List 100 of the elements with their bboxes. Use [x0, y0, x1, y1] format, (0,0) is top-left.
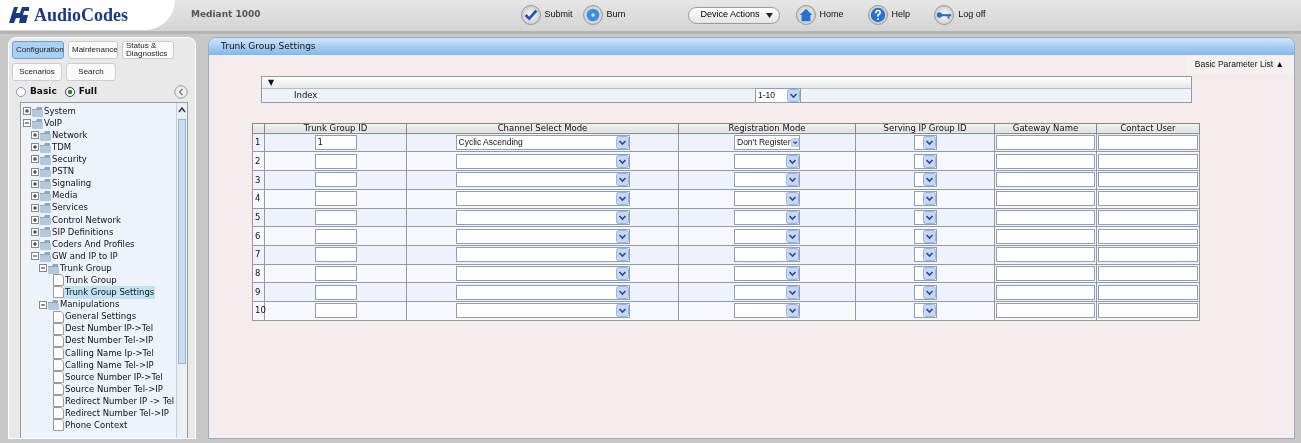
radio-button[interactable]	[64, 87, 75, 97]
tree-item[interactable]: Calling Name Ip->Tel	[64, 346, 155, 360]
input-field[interactable]	[996, 228, 1095, 244]
expand-node-icon[interactable]	[31, 179, 39, 188]
input-field[interactable]	[314, 247, 357, 263]
input-field[interactable]	[314, 172, 357, 188]
collapse-node-icon[interactable]	[39, 264, 47, 273]
input-field[interactable]	[1098, 153, 1198, 169]
input-field[interactable]	[314, 153, 357, 169]
tree-item[interactable]: Redirect Number IP -> Tel	[64, 394, 176, 408]
nav-tab[interactable]: Scenarios	[12, 63, 62, 81]
expand-node-icon[interactable]	[31, 155, 39, 164]
collapse-toggle[interactable]: ▼	[268, 77, 275, 87]
tree-item[interactable]: Trunk Group Settings	[64, 286, 156, 299]
submit-button[interactable]: Submit	[520, 5, 573, 25]
input-field[interactable]	[996, 209, 1095, 225]
radio-button[interactable]	[16, 87, 26, 97]
input-field[interactable]	[314, 284, 357, 300]
input-field[interactable]	[1098, 209, 1198, 225]
tree-item[interactable]: SIP Definitions	[51, 225, 115, 239]
tree-item[interactable]: Redirect Number Tel->IP	[64, 407, 170, 420]
dropdown[interactable]	[913, 228, 937, 244]
tree-item[interactable]: Services	[51, 201, 89, 215]
input-field[interactable]	[996, 135, 1095, 151]
expand-node-icon[interactable]	[31, 203, 39, 212]
input-field[interactable]	[314, 209, 357, 225]
tree-item[interactable]: Coders And Profiles	[51, 237, 136, 251]
expand-node-icon[interactable]	[31, 167, 39, 176]
tree-item[interactable]: Phone Context	[64, 419, 129, 432]
input-field[interactable]	[314, 191, 357, 207]
input-field[interactable]	[1098, 172, 1198, 188]
burn-button[interactable]: Burn	[582, 5, 626, 25]
collapse-icon[interactable]	[174, 85, 188, 99]
tree-item[interactable]: Control Network	[51, 213, 122, 227]
tree-item[interactable]: Media	[51, 189, 79, 203]
input-field[interactable]	[996, 172, 1095, 188]
input-field[interactable]: 1	[314, 135, 357, 151]
tree-item[interactable]: Security	[51, 153, 88, 166]
dropdown[interactable]	[913, 172, 937, 188]
input-field[interactable]	[1098, 303, 1198, 319]
input-field[interactable]	[996, 303, 1095, 319]
dropdown[interactable]: Don't Register	[734, 135, 800, 151]
input-field[interactable]	[1098, 265, 1198, 281]
tree-item[interactable]: VoIP	[43, 116, 63, 130]
tree-item[interactable]: Dest Number Tel->IP	[64, 334, 155, 348]
collapse-node-icon[interactable]	[39, 300, 47, 309]
nav-tab[interactable]: Status & Diagnostics	[122, 41, 174, 59]
tree-item[interactable]: Trunk Group	[64, 274, 118, 287]
expand-node-icon[interactable]	[31, 240, 39, 249]
dropdown[interactable]: Cyclic Ascending	[455, 135, 630, 151]
tree-item[interactable]: Network	[51, 128, 89, 142]
dropdown[interactable]	[913, 265, 937, 281]
input-field[interactable]	[1098, 135, 1198, 151]
tree-item[interactable]: GW and IP to IP	[51, 249, 119, 263]
input-field[interactable]	[1098, 247, 1198, 263]
tree-item[interactable]: System	[43, 104, 77, 118]
dropdown[interactable]	[913, 153, 937, 169]
dropdown[interactable]	[913, 303, 937, 319]
collapse-node-icon[interactable]	[23, 119, 31, 128]
input-field[interactable]	[314, 265, 357, 281]
input-field[interactable]	[1098, 191, 1198, 207]
expand-node-icon[interactable]	[31, 228, 39, 236]
nav-tab[interactable]: Configuration	[12, 41, 64, 59]
input-field[interactable]	[314, 228, 357, 244]
logoff-button[interactable]: Log off	[934, 5, 986, 25]
scroll-thumb[interactable]	[178, 118, 186, 364]
expand-node-icon[interactable]	[31, 215, 39, 224]
input-field[interactable]	[1098, 228, 1198, 244]
expand-node-icon[interactable]	[31, 131, 39, 140]
tree-item[interactable]: Signaling	[51, 177, 93, 190]
dropdown[interactable]	[913, 284, 937, 300]
collapse-node-icon[interactable]	[31, 252, 39, 261]
tree-item[interactable]: Trunk Group	[59, 261, 113, 275]
nav-tab[interactable]: Maintenance	[68, 41, 118, 59]
tree-item[interactable]: Dest Number IP->Tel	[64, 322, 155, 336]
input-field[interactable]	[996, 153, 1095, 169]
tree-item[interactable]: Calling Name Tel->IP	[64, 358, 155, 372]
home-button[interactable]: Home	[795, 5, 844, 25]
input-field[interactable]	[1098, 284, 1198, 300]
dropdown[interactable]	[913, 209, 937, 225]
tree-item[interactable]: Source Number Tel->IP	[64, 382, 164, 396]
input-field[interactable]	[996, 247, 1095, 263]
nav-tab[interactable]: Search	[66, 63, 116, 81]
tree-item[interactable]: Manipulations	[59, 298, 121, 311]
dropdown[interactable]	[913, 135, 937, 151]
expand-node-icon[interactable]	[23, 107, 31, 116]
input-field[interactable]	[996, 191, 1095, 207]
input-field[interactable]	[996, 265, 1095, 281]
tree-item[interactable]: Source Number IP->Tel	[64, 370, 164, 384]
dropdown[interactable]	[913, 191, 937, 207]
input-field[interactable]	[314, 303, 357, 319]
tree-item[interactable]: PSTN	[51, 165, 76, 178]
device-actions-dropdown[interactable]: Device Actions	[687, 6, 780, 24]
tree-item[interactable]: General Settings	[64, 310, 138, 323]
scrollbar[interactable]	[176, 103, 187, 438]
tree-item[interactable]: TDM	[51, 140, 73, 154]
expand-node-icon[interactable]	[31, 143, 39, 152]
dropdown[interactable]	[913, 247, 937, 263]
input-field[interactable]	[996, 284, 1095, 300]
expand-node-icon[interactable]	[31, 191, 39, 200]
